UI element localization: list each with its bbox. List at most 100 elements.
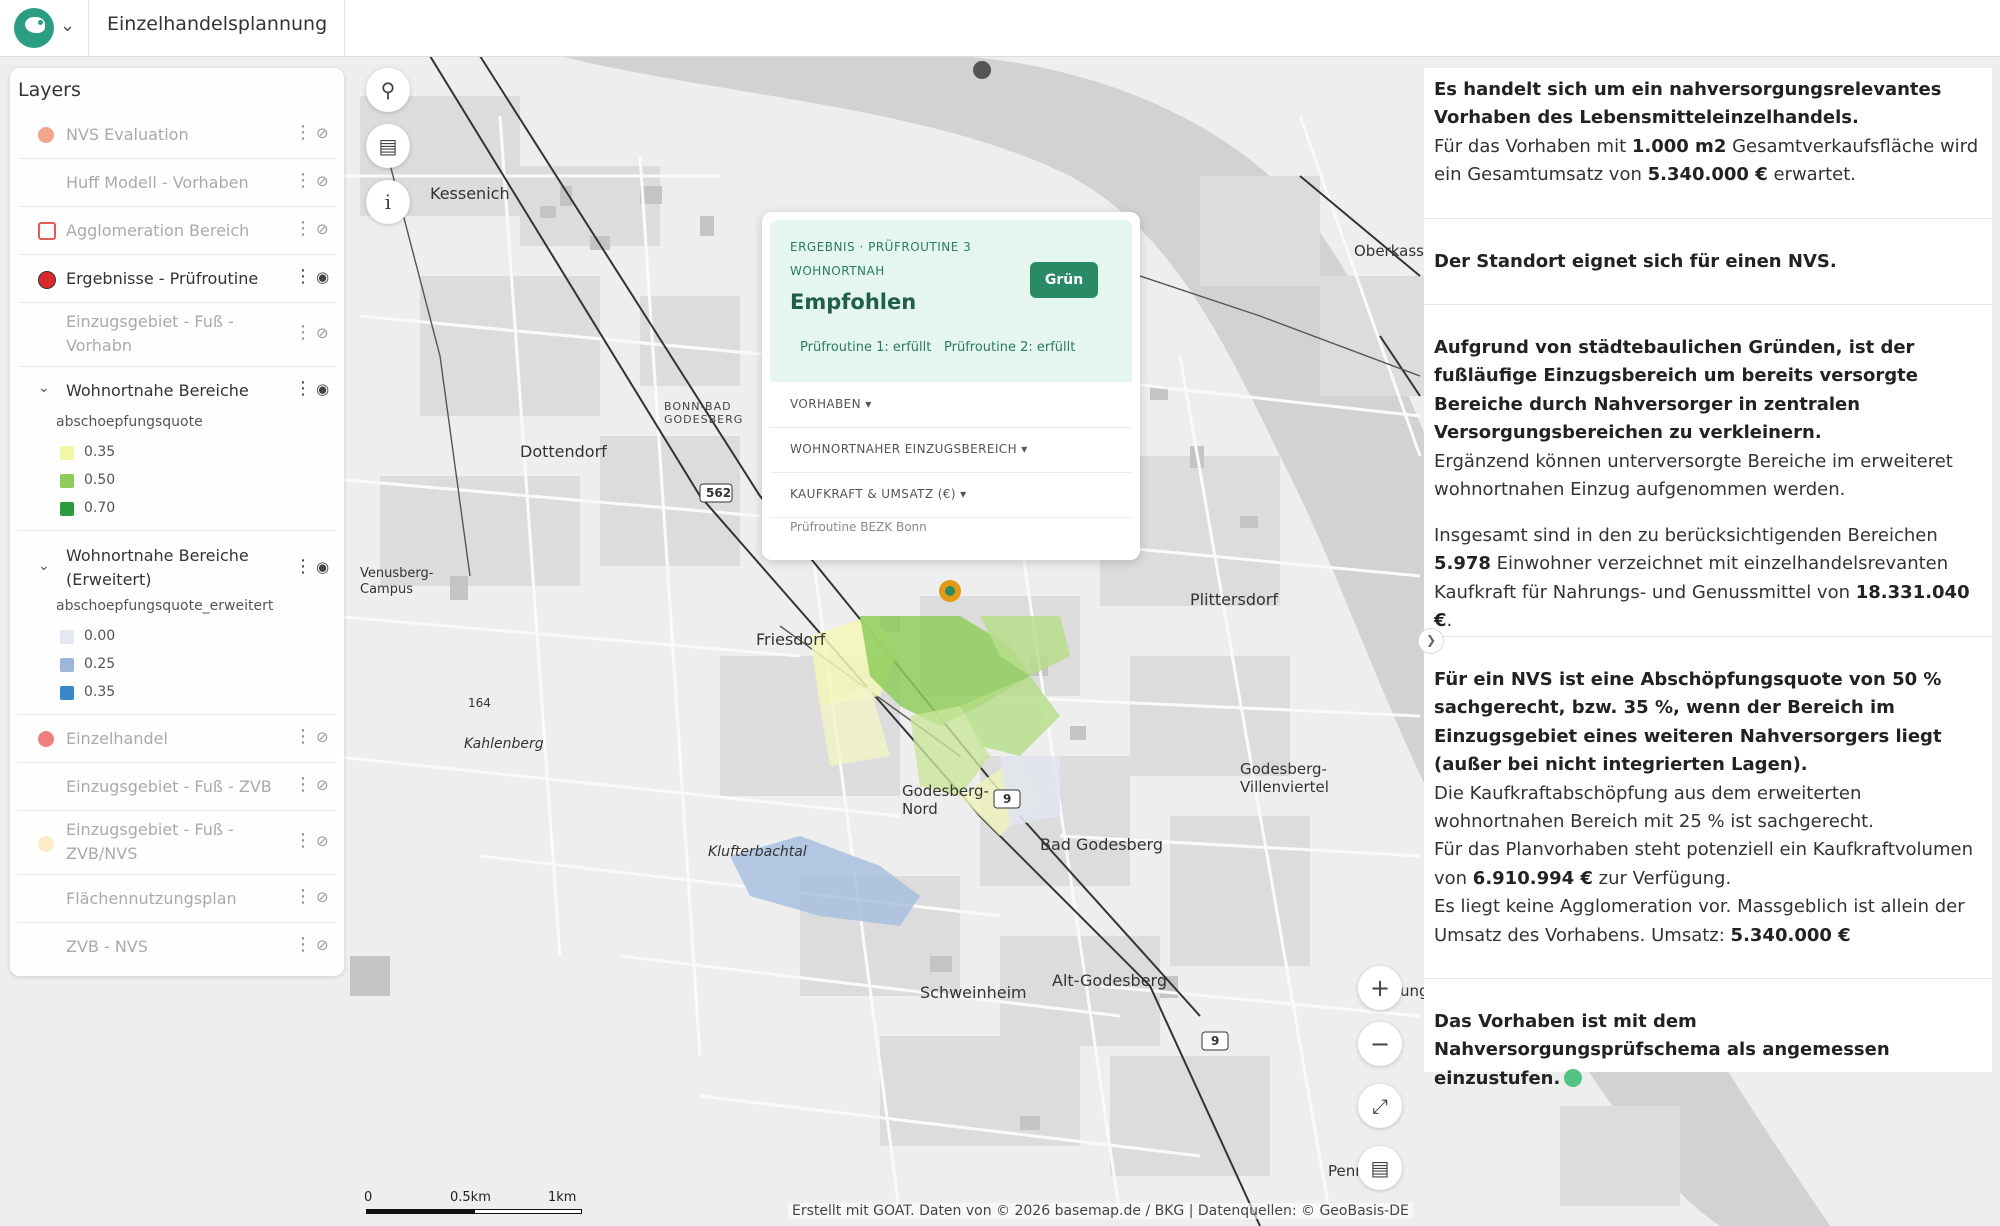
section-label: KAUFKRAFT & UMSATZ (€) ▾ [790,487,967,501]
road-shield: 562 [706,486,732,500]
more-options-icon[interactable]: ⋮ [294,378,312,399]
zoom-out-button[interactable]: − [1358,1022,1402,1066]
layer-color-dot [38,271,56,289]
chevron-down-icon[interactable]: ⌄ [38,558,50,574]
collapse-panel-icon[interactable]: ❯ [1418,628,1444,654]
check-status: Prüfroutine 2: erfüllt [944,340,1076,355]
layer-item-wohnortnahe-erweitert[interactable]: ⌄ Wohnortnahe Bereiche (Erweitert) ⋮ ◉ [18,538,336,600]
eye-icon[interactable]: ◉ [316,380,329,398]
elevation-label: 164 [468,696,491,710]
more-options-icon[interactable]: ⋮ [294,726,312,747]
legend-field-label: abschoepfungsquote [56,414,203,430]
divider [1424,978,1992,979]
scale-label: 0 [364,1190,373,1205]
more-options-icon[interactable]: ⋮ [294,886,312,907]
divider [1424,304,1992,305]
layer-item-agglomeration[interactable]: Agglomeration Bereich ⋮ ⊘ [18,208,336,255]
eye-off-icon[interactable]: ⊘ [316,728,329,746]
more-options-icon[interactable]: ⋮ [294,266,312,287]
eye-off-icon[interactable]: ⊘ [316,324,329,342]
layer-label: Einzelhandel [66,729,168,748]
more-options-icon[interactable]: ⋮ [294,170,312,191]
result-popup: ERGEBNIS · PRÜFROUTINE 3 WOHNORTNAH Empf… [762,212,1140,560]
section-label: VORHABEN ▾ [790,397,872,411]
layer-item-einzugsgebiet-vorhaben[interactable]: Einzugsgebiet - Fuß - Vorhabn ⋮ ⊘ [18,304,336,367]
scale-label: 0.5km [450,1190,491,1205]
popup-header: ERGEBNIS · PRÜFROUTINE 3 WOHNORTNAH Empf… [770,220,1132,382]
layer-item-einzelhandel[interactable]: Einzelhandel ⋮ ⊘ [18,716,336,763]
map-attribution[interactable]: Erstellt mit GOAT. Daten von © 2026 base… [788,1203,1413,1219]
layers-title: Layers [18,79,81,101]
layer-item-nvs-evaluation[interactable]: NVS Evaluation ⋮ ⊘ [18,112,336,159]
more-options-icon[interactable]: ⋮ [294,322,312,343]
more-options-icon[interactable]: ⋮ [294,122,312,143]
road-shield: 9 [1003,792,1012,806]
check-status: Prüfroutine 1: erfüllt [800,340,932,355]
place-label: Kahlenberg [464,736,544,752]
app-logo-icon[interactable] [14,8,54,48]
legend-swatch [60,474,74,488]
layer-item-wohnortnahe[interactable]: ⌄ Wohnortnahe Bereiche ⋮ ◉ [18,368,336,414]
eye-off-icon[interactable]: ⊘ [316,124,329,142]
project-title[interactable]: Einzelhandelsplannung [107,13,327,35]
place-label: Friesdorf [756,630,826,649]
report-panel: Es handelt sich um ein nahversorgungsrel… [1424,68,1992,1089]
more-options-icon[interactable]: ⋮ [294,934,312,955]
layer-item-flaechennutzungsplan[interactable]: Flächennutzungsplan ⋮ ⊘ [18,876,336,923]
scale-segment [366,1209,474,1214]
popup-title: Empfohlen [790,290,917,314]
report-paragraph: Für ein NVS ist eine Abschöpfungsquote v… [1434,669,1973,946]
layer-item-einzugsgebiet-zvb-nvs[interactable]: Einzugsgebiet - Fuß - ZVB/NVS ⋮ ⊘ [18,812,336,875]
road-shield: 9 [1211,1034,1220,1048]
eye-off-icon[interactable]: ⊘ [316,888,329,906]
more-options-icon[interactable]: ⋮ [294,218,312,239]
place-label: Godesberg- Villenviertel [1240,760,1329,796]
layer-item-huff-modell[interactable]: Huff Modell - Vorhaben ⋮ ⊘ [18,160,336,207]
fullscreen-icon[interactable]: ⤢ [1358,1084,1402,1128]
layer-label: Ergebnisse - Prüfroutine [66,269,259,288]
place-label: Oberkasse [1354,242,1434,260]
eye-icon[interactable]: ◉ [316,558,329,576]
basemap-icon[interactable]: ▤ [1358,1146,1402,1190]
legend-value: 0.35 [84,684,116,700]
legend-swatch [60,446,74,460]
layer-item-zvb-nvs[interactable]: ZVB - NVS ⋮ ⊘ [18,924,336,970]
eye-off-icon[interactable]: ⊘ [316,172,329,190]
layer-label: Wohnortnahe Bereiche (Erweitert) [66,546,249,589]
divider [344,0,345,56]
eye-off-icon[interactable]: ⊘ [316,832,329,850]
divider [1424,218,1992,219]
chevron-down-icon[interactable]: ⌄ [38,380,50,396]
chevron-down-icon[interactable]: ⌄ [60,15,75,36]
section-label: WOHNORTNAHER EINZUGSBEREICH ▾ [790,442,1028,456]
layer-label: Einzugsgebiet - Fuß - ZVB [66,777,272,796]
report-paragraph: Es handelt sich um ein nahversorgungsrel… [1434,79,1979,186]
legend-value: 0.35 [84,444,116,460]
layer-label: Einzugsgebiet - Fuß - ZVB/NVS [66,820,234,863]
zoom-in-button[interactable]: + [1358,966,1402,1010]
place-label: Godesberg- Nord [902,782,989,818]
section-kaufkraft[interactable]: KAUFKRAFT & UMSATZ (€) ▾ [770,472,1132,518]
more-options-icon[interactable]: ⋮ [294,556,312,577]
eye-off-icon[interactable]: ⊘ [316,936,329,954]
ruler-icon[interactable]: ▤ [366,124,410,168]
eye-off-icon[interactable]: ⊘ [316,776,329,794]
layer-item-einzugsgebiet-zvb[interactable]: Einzugsgebiet - Fuß - ZVB ⋮ ⊘ [18,764,336,811]
layer-item-ergebnisse[interactable]: Ergebnisse - Prüfroutine ⋮ ◉ [18,256,336,303]
section-vorhaben[interactable]: VORHABEN ▾ [770,382,1132,428]
layer-label: Huff Modell - Vorhaben [66,173,249,192]
layer-color-dot [38,836,54,852]
layer-label: Wohnortnahe Bereiche [66,381,249,400]
more-options-icon[interactable]: ⋮ [294,774,312,795]
legend-field-label: abschoepfungsquote_erweitert [56,598,274,614]
place-label: Alt-Godesberg [1052,971,1167,990]
legend-value: 0.25 [84,656,116,672]
section-einzugsbereich[interactable]: WOHNORTNAHER EINZUGSBEREICH ▾ [770,427,1132,473]
more-options-icon[interactable]: ⋮ [294,830,312,851]
info-icon[interactable]: i [366,180,410,224]
eye-icon[interactable]: ◉ [316,268,329,286]
eye-off-icon[interactable]: ⊘ [316,220,329,238]
search-icon[interactable]: ⚲ [366,68,410,112]
place-label: Bad Godesberg [1040,835,1163,854]
status-dot-icon [1564,1068,1583,1087]
